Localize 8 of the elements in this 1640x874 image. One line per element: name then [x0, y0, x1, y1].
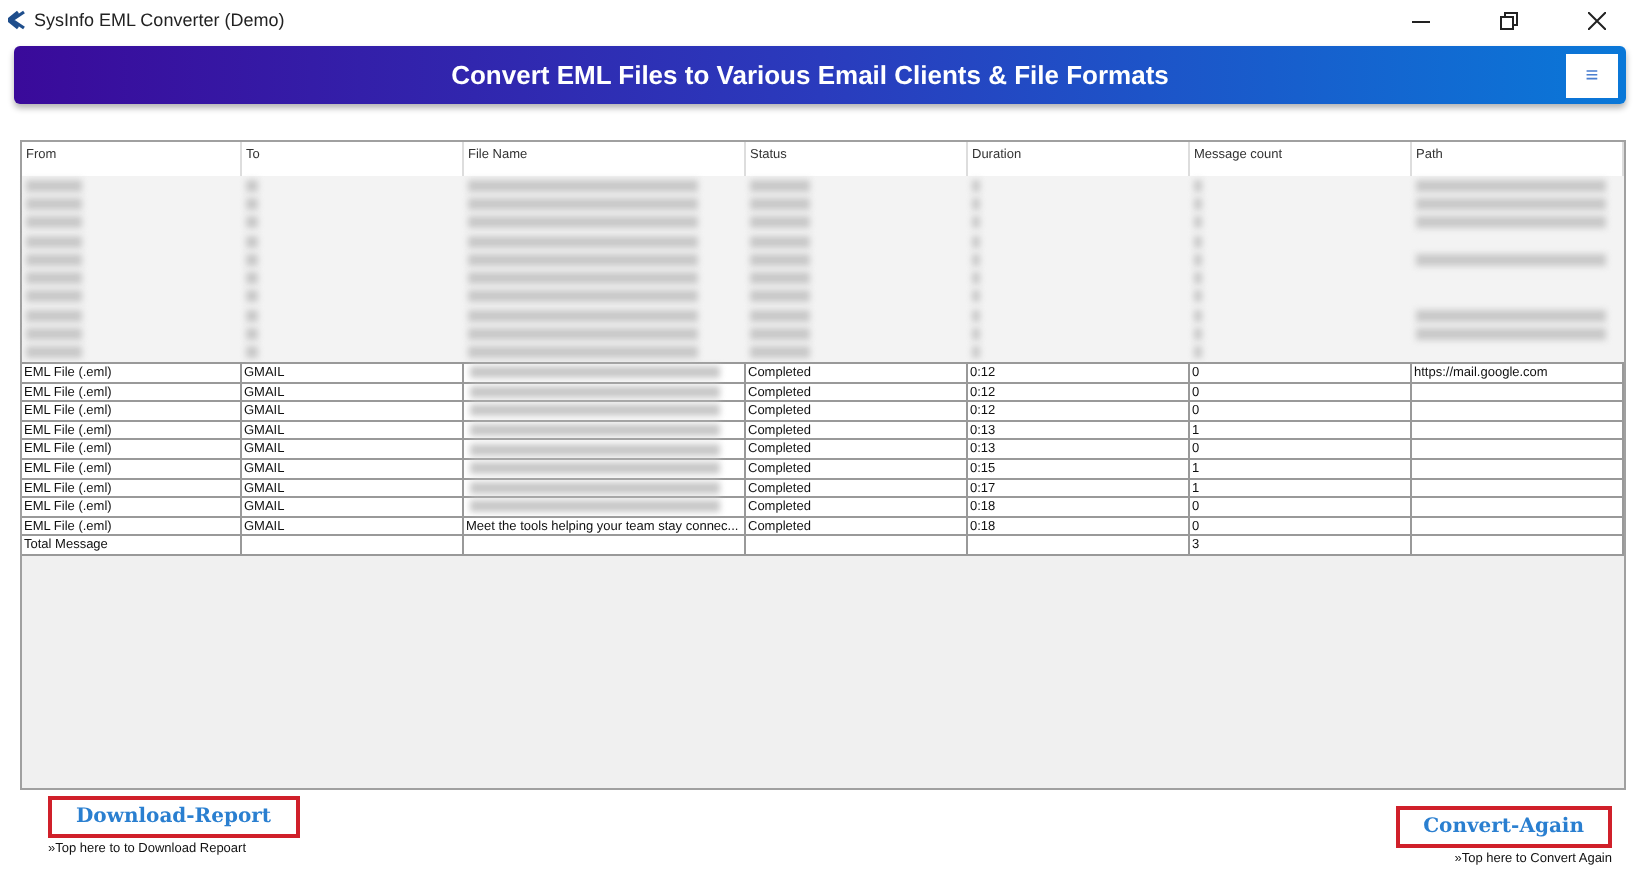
window-title: SysInfo EML Converter (Demo) — [34, 10, 287, 30]
banner-title: Convert EML Files to Various Email Clients & File Formats — [449, 60, 1171, 90]
menu-button[interactable]: ≡ — [1566, 53, 1618, 97]
convert-again-button[interactable]: Convert-Again — [1395, 806, 1612, 848]
restore-icon[interactable] — [1499, 11, 1517, 29]
download-report-button[interactable]: Download-Report — [48, 796, 300, 838]
close-icon[interactable] — [1587, 11, 1605, 29]
app-logo-icon — [8, 10, 26, 30]
